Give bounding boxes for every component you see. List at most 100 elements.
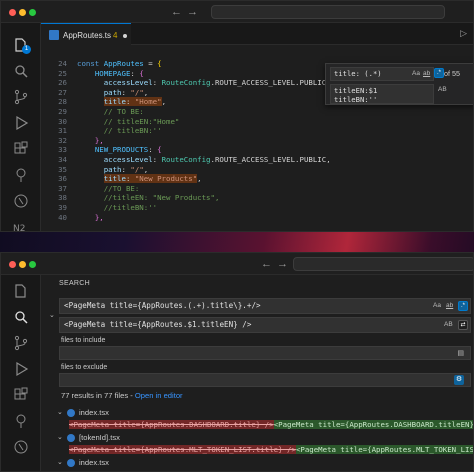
code-line: // titleEN:"Home": [103, 116, 180, 126]
replace-input[interactable]: titleEN:$1 titleBN:'': [330, 84, 434, 104]
editor-window: ← → 1 N2 AppRoutes.ts 4 ▷ 24 25 26 27 28…: [0, 0, 474, 232]
minimize-window-button[interactable]: [19, 9, 26, 16]
back-arrow-icon[interactable]: ←: [171, 6, 182, 18]
preserve-case-toggle[interactable]: AB: [444, 321, 453, 328]
git-graph-icon[interactable]: [13, 193, 29, 209]
unsaved-dot-icon[interactable]: [123, 34, 127, 38]
extensions-icon[interactable]: [13, 141, 29, 157]
line-number: 39: [58, 202, 67, 212]
line-number: 28: [58, 97, 67, 107]
code-line: //TO BE:: [103, 183, 140, 193]
code-line: // TO BE:: [103, 106, 144, 116]
back-arrow-icon[interactable]: ←: [261, 258, 272, 270]
minimize-window-button[interactable]: [19, 261, 26, 268]
remote-tree-icon[interactable]: [13, 413, 29, 429]
book-icon[interactable]: ▤: [457, 349, 464, 357]
maximize-window-button[interactable]: [29, 261, 36, 268]
explorer-icon[interactable]: [13, 283, 29, 299]
line-number: 35: [58, 164, 67, 174]
files-exclude-input[interactable]: ⚙: [59, 373, 471, 387]
files-exclude-label: files to exclude: [61, 364, 108, 371]
react-file-icon: [67, 434, 75, 442]
expand-chevron-icon[interactable]: ⌄: [57, 458, 63, 466]
match-case-toggle[interactable]: Aa: [412, 70, 420, 77]
code-line: HOMEPAGE: {: [94, 68, 144, 78]
code-line: NEW_PRODUCTS: {: [94, 145, 162, 155]
command-center[interactable]: [293, 257, 473, 271]
line-number: 34: [58, 154, 67, 164]
explorer-badge: 1: [22, 45, 31, 54]
tab-problem-count: 4: [113, 31, 118, 40]
line-number: 33: [58, 145, 67, 155]
use-exclude-settings-icon[interactable]: ⚙: [454, 375, 464, 385]
line-number: 38: [58, 193, 67, 203]
regex-toggle[interactable]: .*: [458, 301, 468, 311]
line-number: 40: [58, 212, 67, 222]
explorer-icon[interactable]: 1: [13, 37, 31, 54]
line-number: 36: [58, 174, 67, 184]
toggle-replace-chevron-icon[interactable]: ⌄: [49, 311, 55, 319]
code-line: },: [94, 212, 104, 222]
line-number: 24: [58, 59, 67, 68]
line-number-gutter: 24 25 26 27 28 29 30 31 32 33 34 35 36 3…: [41, 59, 67, 222]
run-icon[interactable]: ▷: [460, 28, 467, 39]
line-number: 25: [58, 68, 67, 78]
files-include-input[interactable]: ▤: [59, 346, 471, 360]
added-text: <PageMeta title={AppRoutes.DASHBOARD.tit…: [273, 420, 473, 429]
match-case-toggle[interactable]: Aa: [433, 302, 441, 309]
source-control-icon[interactable]: [13, 89, 29, 105]
code-line: //titleBN:'': [103, 202, 158, 212]
code-line: // titleBN:'': [103, 126, 162, 136]
result-match-line[interactable]: <PageMeta title={AppRoutes.MLT_TOKEN_LIS…: [69, 445, 473, 454]
open-in-editor-link[interactable]: Open in editor: [135, 391, 183, 400]
run-debug-icon[interactable]: [13, 115, 29, 131]
regex-toggle[interactable]: .*: [434, 68, 444, 78]
tab-app-routes[interactable]: AppRoutes.ts 4: [41, 23, 131, 45]
git-graph-icon[interactable]: [13, 439, 29, 455]
expand-chevron-icon[interactable]: ⌄: [57, 408, 63, 416]
line-number: 31: [58, 126, 67, 136]
replace-line: titleEN:$1: [334, 86, 378, 95]
react-file-icon: [67, 409, 75, 417]
nx-console-icon[interactable]: N2: [13, 219, 29, 231]
code-line: title: "New Products",: [103, 174, 202, 184]
replace-all-button[interactable]: ⇄: [458, 320, 468, 330]
removed-text: <PageMeta title={AppRoutes.MLT_TOKEN_LIS…: [69, 445, 296, 454]
code-line: //titleEN: "New Products",: [103, 193, 220, 203]
activity-bar: [1, 275, 41, 471]
run-debug-icon[interactable]: [13, 361, 29, 377]
result-match-line[interactable]: <PageMeta title={AppRoutes.DASHBOARD.tit…: [69, 420, 473, 429]
close-window-button[interactable]: [9, 261, 16, 268]
results-count: 77 results in 77 files -: [61, 391, 135, 400]
extensions-icon[interactable]: [13, 387, 29, 403]
command-center[interactable]: [211, 5, 445, 19]
code-line: accessLevel: RouteConfig.ROUTE_ACCESS_LE…: [103, 154, 331, 164]
search-icon[interactable]: [13, 309, 29, 325]
replace-input[interactable]: <PageMeta title={AppRoutes.$1.titleEN} /…: [59, 317, 471, 333]
added-text: <PageMeta title={AppRoutes.MLT_TOKEN_LIS…: [295, 445, 473, 454]
whole-word-toggle[interactable]: ab: [446, 302, 453, 309]
typescript-file-icon: [49, 30, 59, 40]
result-file-name[interactable]: [tokenId].tsx: [79, 433, 120, 442]
preserve-case-toggle[interactable]: AB: [438, 86, 447, 93]
forward-arrow-icon[interactable]: →: [187, 6, 198, 18]
activity-bar: 1 N2: [1, 23, 41, 231]
code-line: },: [94, 135, 104, 145]
line-number: 27: [58, 87, 67, 97]
expand-chevron-icon[interactable]: ⌄: [57, 433, 63, 441]
code-line: accessLevel: RouteConfig.ROUTE_ACCESS_LE…: [103, 78, 331, 88]
remote-tree-icon[interactable]: [13, 167, 29, 183]
close-window-button[interactable]: [9, 9, 16, 16]
line-number: 32: [58, 135, 67, 145]
find-replace-widget: title: (.*) Aa ab 1 of 55 titleEN:$1 tit…: [325, 63, 473, 105]
code-editor[interactable]: const AppRoutes = { HOMEPAGE: { accessLe…: [77, 59, 331, 222]
search-input[interactable]: <PageMeta title={AppRoutes.(.+).title\}.…: [59, 298, 471, 314]
tab-file-name: AppRoutes.ts: [63, 31, 112, 40]
result-file-name[interactable]: index.tsx: [79, 458, 109, 467]
search-icon[interactable]: [13, 63, 29, 79]
forward-arrow-icon[interactable]: →: [277, 258, 288, 270]
maximize-window-button[interactable]: [29, 9, 36, 16]
result-file-name[interactable]: index.tsx: [79, 408, 109, 417]
source-control-icon[interactable]: [13, 335, 29, 351]
whole-word-toggle[interactable]: ab: [423, 70, 430, 77]
